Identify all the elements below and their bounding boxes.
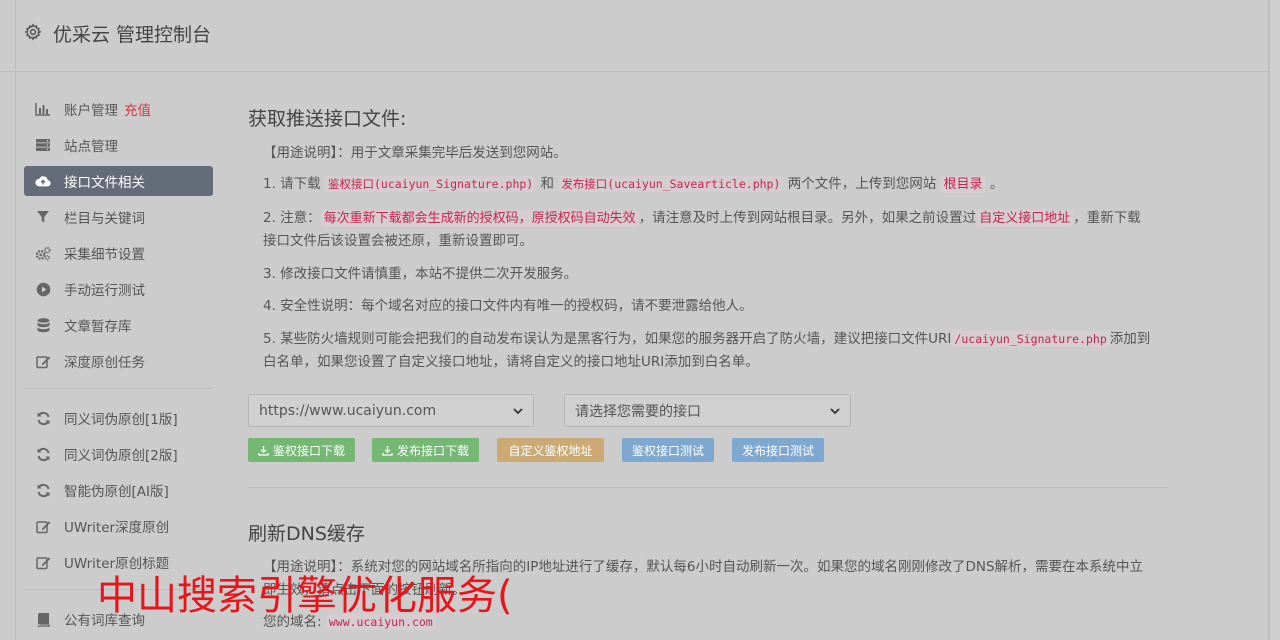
instruction-text: 。 <box>989 176 1004 192</box>
sidebar-item-label: 采集细节设置 <box>64 247 145 263</box>
warning-code: 每次重新下载都会生成新的授权码，原授权码自动失效 <box>320 210 639 227</box>
usage-note: 【用途说明】：用于文章采集完毕后发送到您网站。 <box>263 145 567 161</box>
sidebar-item-label: 接口文件相关 <box>64 175 145 191</box>
sidebar-item-label: 深度原创任务 <box>64 355 145 371</box>
test-auth-api-button[interactable]: 鉴权接口测试 <box>622 438 714 462</box>
site-select-value: https://www.ucaiyun.com <box>259 402 437 419</box>
sidebar-divider <box>24 388 213 389</box>
instruction-text: ，请注意及时上传到网站根目录。另外，如果之前设置过 <box>638 210 977 226</box>
button-label: 自定义鉴权地址 <box>508 443 593 458</box>
sidebar-item-manual-run[interactable]: 手动运行测试 <box>24 274 213 304</box>
edit-icon <box>35 353 51 369</box>
sidebar-item-label: 同义词伪原创[1版] <box>64 412 178 428</box>
sidebar-item-label: 站点管理 <box>64 139 118 155</box>
download-auth-api-button[interactable]: 鉴权接口下载 <box>248 438 355 462</box>
site-select[interactable]: https://www.ucaiyun.com <box>248 394 534 427</box>
watermark-text: 中山搜索引擎优化服务( <box>97 573 513 619</box>
instruction-text: 两个文件，上传到您网站 <box>787 176 937 192</box>
sidebar-item-synonym-v1[interactable]: 同义词伪原创[1版] <box>24 403 213 433</box>
chevron-down-icon <box>830 407 840 414</box>
sidebar-item-synonym-v2[interactable]: 同义词伪原创[2版] <box>24 439 213 469</box>
instruction-3: 3. 修改接口文件请慎重，本站不提供二次开发服务。 <box>263 266 578 282</box>
play-circle-icon <box>35 281 51 297</box>
custom-auth-url-button[interactable]: 自定义鉴权地址 <box>497 438 604 462</box>
button-label: 鉴权接口下载 <box>273 443 346 458</box>
sidebar-item-label: 栏目与关键词 <box>64 211 145 227</box>
section-divider <box>248 487 1168 488</box>
instruction-2: 2. 注意： 每次重新下载都会生成新的授权码，原授权码自动失效 ，请注意及时上传到网… <box>263 207 1153 253</box>
chevron-down-icon <box>513 407 523 414</box>
sidebar-item-ai-rewrite[interactable]: 智能伪原创[AI版] <box>24 475 213 505</box>
instruction-text: 和 <box>540 176 555 192</box>
sidebar: 账户管理 充值 站点管理 接口文件相关 栏目与关键词 采集细节设置 手动运行测试… <box>24 94 213 640</box>
sidebar-item-article-store[interactable]: 文章暂存库 <box>24 310 213 340</box>
refresh-icon <box>35 410 51 426</box>
gears-icon <box>35 245 51 261</box>
button-label: 发布接口下载 <box>397 443 470 458</box>
sidebar-item-deep-original[interactable]: 深度原创任务 <box>24 346 213 376</box>
book-icon <box>35 611 51 627</box>
instruction-5: 5. 某些防火墙规则可能会把我们的自动发布误认为是黑客行为，如果您的服务器开启了… <box>263 328 1153 374</box>
bar-chart-icon <box>35 101 51 117</box>
sidebar-item-label: 账户管理 <box>64 103 118 119</box>
api-select[interactable]: 请选择您需要的接口 <box>564 394 851 427</box>
server-icon <box>35 137 51 153</box>
edit-icon <box>35 518 51 534</box>
root-dir-code: 根目录 <box>940 176 986 193</box>
sidebar-item-uwriter-deep[interactable]: UWriter深度原创 <box>24 511 213 541</box>
filter-icon <box>35 209 51 225</box>
header: 优采云 管理控制台 <box>0 0 1269 72</box>
custom-url-code: 自定义接口地址 <box>976 210 1074 227</box>
sidebar-item-label: UWriter深度原创 <box>64 520 170 536</box>
api-select-value: 请选择您需要的接口 <box>575 403 701 420</box>
publish-api-code: 发布接口(ucaiyun_Savearticle.php) <box>558 176 784 192</box>
app-title: 优采云 管理控制台 <box>53 24 212 46</box>
gear-icon <box>24 23 42 41</box>
button-label: 发布接口测试 <box>742 443 815 458</box>
database-icon <box>35 317 51 333</box>
sidebar-item-account[interactable]: 账户管理 充值 <box>24 94 213 124</box>
instruction-text: 2. 注意： <box>263 210 321 226</box>
sidebar-item-sites[interactable]: 站点管理 <box>24 130 213 160</box>
sidebar-item-columns-keywords[interactable]: 栏目与关键词 <box>24 202 213 232</box>
auth-api-code: 鉴权接口(ucaiyun_Signature.php) <box>324 176 537 192</box>
cloud-upload-icon <box>35 173 51 189</box>
sidebar-item-label: 同义词伪原创[2版] <box>64 448 178 464</box>
instruction-4: 4. 安全性说明：每个域名对应的接口文件内有唯一的授权码，请不要泄露给他人。 <box>263 298 753 314</box>
download-icon <box>258 445 269 456</box>
scrollbar[interactable] <box>1269 0 1280 640</box>
section-title-api-files: 获取推送接口文件: <box>248 108 407 130</box>
sidebar-item-collect-settings[interactable]: 采集细节设置 <box>24 238 213 268</box>
sidebar-item-label: 智能伪原创[AI版] <box>64 484 169 500</box>
sidebar-item-label: 文章暂存库 <box>64 319 132 335</box>
recharge-link[interactable]: 充值 <box>124 99 151 119</box>
refresh-icon <box>35 482 51 498</box>
instruction-1: 1. 请下载 鉴权接口(ucaiyun_Signature.php) 和 发布接… <box>263 173 1143 196</box>
refresh-icon <box>35 446 51 462</box>
button-label: 鉴权接口测试 <box>632 443 705 458</box>
section-title-dns: 刷新DNS缓存 <box>248 523 365 545</box>
sidebar-item-label: 手动运行测试 <box>64 283 145 299</box>
test-publish-api-button[interactable]: 发布接口测试 <box>732 438 824 462</box>
sidebar-item-api-files[interactable]: 接口文件相关 <box>24 166 213 196</box>
download-icon <box>382 445 393 456</box>
instruction-text: 1. 请下载 <box>263 176 321 192</box>
edit-icon <box>35 554 51 570</box>
instruction-text: 5. 某些防火墙规则可能会把我们的自动发布误认为是黑客行为，如果您的服务器开启了… <box>263 331 952 347</box>
download-publish-api-button[interactable]: 发布接口下载 <box>372 438 479 462</box>
uri-code: /ucaiyun_Signature.php <box>951 331 1110 347</box>
